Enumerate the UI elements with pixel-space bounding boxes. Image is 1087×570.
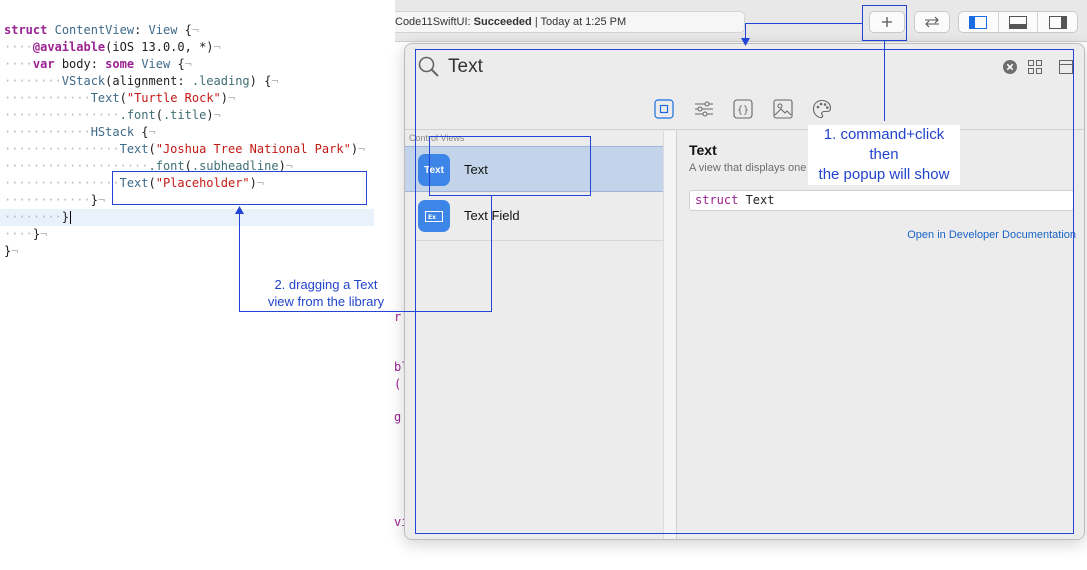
status-time: | Today at 1:25 PM xyxy=(531,16,627,28)
debug-area-toggle[interactable] xyxy=(999,12,1039,32)
xcode-toolbar: Code11SwiftUI: Succeeded | Today at 1:25… xyxy=(395,0,1087,42)
code-line[interactable]: ············HStack {¬ xyxy=(4,124,156,141)
activity-status: Code11SwiftUI: Succeeded | Today at 1:25… xyxy=(395,11,745,33)
screenshot-stage: struct ContentView: View {¬ ····@availabl… xyxy=(0,0,1087,570)
navigator-panel-icon xyxy=(969,15,988,29)
code-line[interactable]: ············Text("Turtle Rock")¬ xyxy=(4,90,235,107)
inspector-panel-icon xyxy=(1048,15,1067,29)
code-line[interactable]: struct ContentView: View {¬ xyxy=(4,22,199,39)
debug-area-icon xyxy=(1009,15,1027,29)
code-line[interactable]: ················.font(.title)¬ xyxy=(4,107,221,124)
annotation-line xyxy=(884,41,885,121)
annotation-arrowhead xyxy=(235,206,244,214)
code-line[interactable]: ············}¬ xyxy=(4,192,105,209)
layout-segmented-control[interactable] xyxy=(958,11,1078,33)
annotation-step1-line: the popup will show xyxy=(818,166,950,183)
annotation-arrowhead xyxy=(741,38,750,46)
annotation-line xyxy=(745,23,863,24)
code-line[interactable]: ········VStack(alignment: .leading) {¬ xyxy=(4,73,279,90)
annotation-drop-target-box xyxy=(112,171,367,205)
code-line[interactable]: ····@available(iOS 13.0.0, *)¬ xyxy=(4,39,221,56)
hidden-code-fragment: ( xyxy=(394,377,402,391)
annotation-step1-line: then xyxy=(869,146,899,163)
annotation-step2-line: view from the library xyxy=(267,294,385,309)
annotation-text-item-box xyxy=(429,136,591,196)
annotation-line xyxy=(491,196,492,311)
inspector-toggle[interactable] xyxy=(1038,12,1077,32)
code-review-button[interactable] xyxy=(914,11,950,33)
annotation-step2-line: 2. dragging a Text xyxy=(274,277,378,292)
code-line[interactable]: ················Text("Joshua Tree Nation… xyxy=(4,141,365,158)
status-scheme: Code11SwiftUI: xyxy=(395,16,474,28)
status-result: Succeeded xyxy=(473,16,532,28)
annotation-line xyxy=(239,213,240,311)
code-line[interactable]: ········} xyxy=(0,209,374,226)
hidden-code-fragment: r xyxy=(394,310,402,324)
annotation-step1: 1. command+click then the popup will sho… xyxy=(808,125,960,185)
annotation-step1-line: 1. command+click xyxy=(823,126,945,143)
code-line[interactable]: }¬ xyxy=(4,243,18,260)
annotation-plus-box xyxy=(862,5,907,41)
annotation-step2: 2. dragging a Text view from the library xyxy=(252,276,400,310)
hidden-code-fragment: g xyxy=(394,410,402,424)
code-line[interactable]: ····var body: some View {¬ xyxy=(4,56,192,73)
navigator-toggle[interactable] xyxy=(959,12,999,32)
annotation-line xyxy=(239,311,492,312)
annotation-library-box xyxy=(415,49,1074,534)
text-cursor xyxy=(70,211,72,224)
swap-arrows-icon xyxy=(925,16,939,28)
code-line[interactable]: ····}¬ xyxy=(4,226,47,243)
